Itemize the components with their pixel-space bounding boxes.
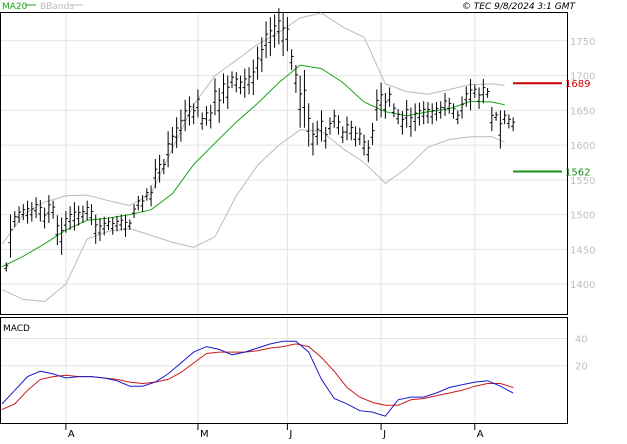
x-tick-label: A (477, 429, 484, 440)
y-tick-label: 1400 (570, 280, 595, 291)
macd-panel-label: MACD (3, 324, 30, 334)
y-tick-label: 1450 (570, 245, 595, 256)
y-tick-label: 1600 (570, 141, 595, 152)
macd-y-tick-label: 40 (575, 334, 588, 345)
x-tick-label: J (382, 429, 386, 440)
macd-panel (0, 317, 568, 424)
macd-y-tick-label: 20 (575, 362, 588, 373)
chart-root: 1689 1562 1400 1450 1500 1550 1600 1650 1700 175… (0, 0, 627, 440)
x-tick-label: J (288, 429, 292, 440)
y-tick-label: 1750 (570, 37, 595, 48)
price-panel (0, 12, 568, 315)
y-tick-label: 1500 (570, 211, 595, 222)
y-tick-label: 1650 (570, 106, 595, 117)
bbands-legend: BBands (40, 2, 74, 12)
y-tick-label: 1550 (570, 176, 595, 187)
x-tick-label: M (200, 429, 209, 440)
ma20-legend: MA20 (2, 2, 28, 12)
y-tick-label: 1700 (570, 72, 595, 83)
x-axis-ticks: AMJJA (65, 423, 484, 440)
stock-chart: 16891562 1400145015001550160016501700175… (0, 2, 595, 440)
x-tick-label: A (68, 429, 75, 440)
copyright-text: © TEC 9/8/2024 3:1 GMT (462, 2, 577, 12)
